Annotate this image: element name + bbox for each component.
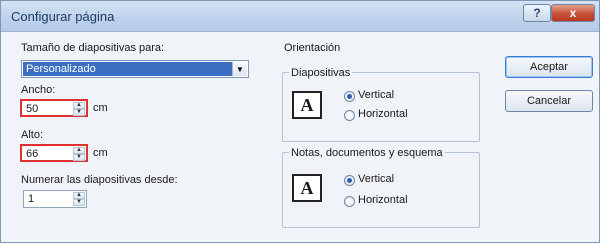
portrait-page-icon: A <box>292 91 322 119</box>
orientation-title: Orientación <box>284 42 341 54</box>
slides-horizontal-radio[interactable] <box>344 110 355 121</box>
width-value[interactable]: 50 <box>26 103 38 115</box>
title-bar[interactable]: Configurar página ? x <box>1 1 599 32</box>
numbering-spinner[interactable]: 1 ▲ ▼ <box>23 190 87 208</box>
width-spinner[interactable]: 50 ▲ ▼ <box>20 99 88 117</box>
slides-vertical-radio[interactable] <box>344 91 355 102</box>
slides-horizontal-label[interactable]: Horizontal <box>358 108 408 120</box>
height-value[interactable]: 66 <box>26 148 38 160</box>
width-unit: cm <box>93 102 108 114</box>
help-button[interactable]: ? <box>523 4 551 22</box>
ok-button[interactable]: Aceptar <box>505 56 593 78</box>
slides-vertical-label[interactable]: Vertical <box>358 89 394 101</box>
numbering-value[interactable]: 1 <box>28 193 34 205</box>
slide-size-selected: Personalizado <box>23 62 234 76</box>
notes-horizontal-radio[interactable] <box>344 196 355 207</box>
close-button[interactable]: x <box>551 4 595 22</box>
height-label: Alto: <box>21 129 44 141</box>
dialog-title: Configurar página <box>11 9 115 24</box>
chevron-down-icon[interactable]: ▼ <box>232 62 247 76</box>
width-stepper[interactable]: ▲ ▼ <box>73 102 85 116</box>
slide-size-label: Tamaño de diapositivas para: <box>21 42 165 54</box>
notes-orientation-title: Notas, documentos y esquema <box>289 147 445 159</box>
height-spinner[interactable]: 66 ▲ ▼ <box>20 144 88 162</box>
slide-size-dropdown[interactable]: Personalizado ▼ <box>21 60 249 78</box>
slides-orientation-title: Diapositivas <box>289 67 353 79</box>
notes-vertical-label[interactable]: Vertical <box>358 173 394 185</box>
portrait-page-icon: A <box>292 174 322 202</box>
numbering-label: Numerar las diapositivas desde: <box>21 174 178 186</box>
notes-horizontal-label[interactable]: Horizontal <box>358 194 408 206</box>
numbering-stepper[interactable]: ▲ ▼ <box>73 192 85 206</box>
page-setup-dialog: Configurar página ? x Tamaño de diaposit… <box>0 0 600 243</box>
dialog-body: Tamaño de diapositivas para: Personaliza… <box>1 32 599 242</box>
height-stepper[interactable]: ▲ ▼ <box>73 147 85 161</box>
width-label: Ancho: <box>21 84 56 96</box>
cancel-button[interactable]: Cancelar <box>505 90 593 112</box>
height-unit: cm <box>93 147 108 159</box>
notes-vertical-radio[interactable] <box>344 175 355 186</box>
